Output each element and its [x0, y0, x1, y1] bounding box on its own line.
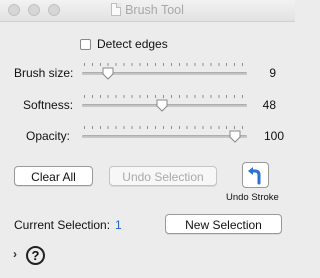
- undo-stroke-label: Undo Stroke: [226, 192, 279, 203]
- disclosure-chevron-icon[interactable]: ›: [13, 247, 17, 261]
- slider-thumb[interactable]: [156, 99, 168, 112]
- slider-track: [82, 135, 247, 138]
- brush-size-label: Brush size:: [14, 66, 74, 80]
- slider-ticks: [84, 95, 245, 98]
- window-title: Brush Tool: [125, 3, 184, 17]
- undo-selection-button[interactable]: Undo Selection: [109, 166, 217, 186]
- softness-label: Softness:: [23, 98, 74, 112]
- opacity-slider[interactable]: [82, 126, 247, 143]
- detect-edges-label: Detect edges: [97, 37, 168, 51]
- slider-thumb[interactable]: [229, 130, 241, 143]
- detect-edges-checkbox[interactable]: [80, 38, 91, 50]
- title-bar: Brush Tool: [0, 0, 295, 22]
- softness-value: 48: [262, 98, 276, 112]
- undo-stroke-button[interactable]: [242, 162, 269, 188]
- opacity-label: Opacity:: [26, 129, 71, 143]
- current-selection-value: 1: [115, 218, 122, 232]
- opacity-value: 100: [263, 129, 284, 143]
- window-title-group: Brush Tool: [0, 3, 295, 17]
- help-icon[interactable]: ?: [26, 246, 45, 265]
- slider-ticks: [84, 63, 245, 66]
- clear-all-button[interactable]: Clear All: [14, 166, 93, 186]
- current-selection-label: Current Selection:: [14, 218, 111, 232]
- undo-arrow-icon: [248, 167, 261, 185]
- brush-size-slider[interactable]: [82, 63, 247, 80]
- brush-size-value: 9: [269, 66, 276, 80]
- slider-ticks: [84, 126, 245, 129]
- new-selection-button[interactable]: New Selection: [165, 214, 282, 234]
- softness-slider[interactable]: [82, 95, 247, 112]
- slider-thumb[interactable]: [102, 67, 114, 80]
- detect-edges-option[interactable]: Detect edges: [80, 37, 168, 51]
- document-icon: [111, 3, 122, 16]
